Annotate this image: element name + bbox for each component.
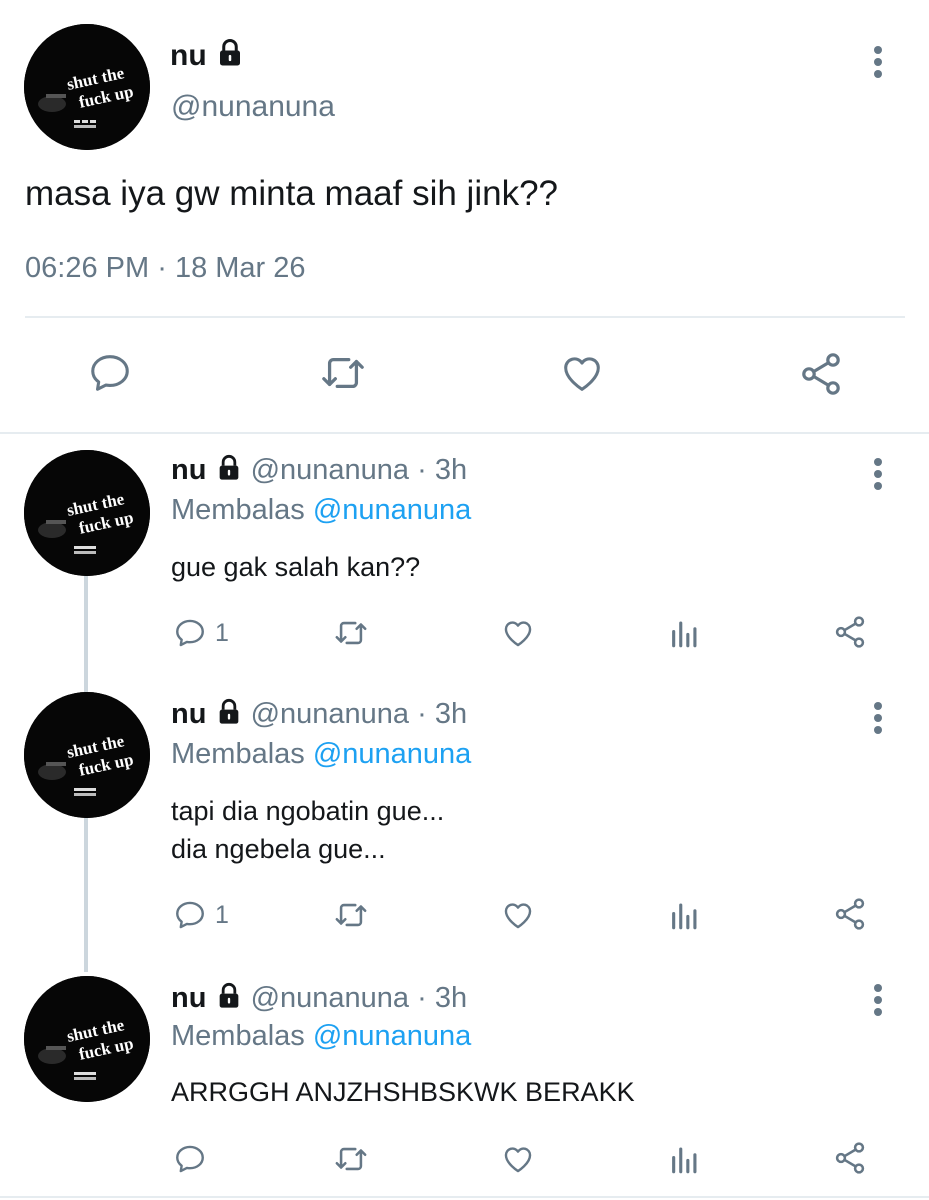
reply-icon[interactable]	[87, 350, 133, 396]
reply-header: nu @nunanuna · 3h	[171, 982, 467, 1015]
analytics-icon[interactable]	[668, 1142, 702, 1176]
reply-text: gue gak salah kan??	[171, 548, 420, 586]
share-icon[interactable]	[832, 896, 868, 932]
divider	[25, 316, 905, 318]
more-options-icon[interactable]	[873, 702, 883, 738]
reply-age: 3h	[434, 454, 468, 486]
reply-handle[interactable]: @nunanuna	[251, 698, 409, 730]
reply-age: 3h	[434, 698, 468, 730]
replying-label: Membalas	[171, 738, 305, 770]
more-options-icon[interactable]	[873, 46, 883, 82]
reply-header: nu @nunanuna · 3h	[171, 454, 467, 487]
retweet-icon[interactable]	[318, 350, 368, 396]
like-icon[interactable]	[558, 350, 606, 396]
more-options-icon[interactable]	[873, 458, 883, 494]
analytics-icon[interactable]	[668, 898, 702, 932]
lock-icon	[220, 39, 240, 66]
meta-dot: ·	[417, 454, 427, 486]
more-options-icon[interactable]	[873, 984, 883, 1020]
analytics-icon[interactable]	[668, 616, 702, 650]
like-icon[interactable]	[500, 898, 536, 932]
meta-separator: ·	[157, 252, 167, 284]
replying-to: Membalas @nunanuna	[171, 1020, 471, 1053]
display-name[interactable]: nu	[171, 698, 206, 730]
like-icon[interactable]	[500, 1142, 536, 1176]
display-name[interactable]: nu	[171, 454, 206, 486]
tweet-text: masa iya gw minta maaf sih jink??	[25, 174, 558, 213]
reply-text-line: ARRGGH ANJZHSHBSKWK BERAKK	[171, 1077, 635, 1107]
reply-avatar[interactable]: shut the fuck up	[24, 976, 150, 1102]
retweet-icon[interactable]	[332, 1142, 370, 1176]
reply-handle[interactable]: @nunanuna	[251, 982, 409, 1014]
lock-icon	[219, 698, 238, 724]
retweet-icon[interactable]	[332, 898, 370, 932]
share-icon[interactable]	[832, 614, 868, 650]
avatar[interactable]: shut the fuck up	[24, 24, 150, 150]
replying-to: Membalas @nunanuna	[171, 738, 471, 771]
mention-link[interactable]: @nunanuna	[313, 738, 471, 770]
meta-dot: ·	[417, 698, 427, 730]
reply-text: ARRGGH ANJZHSHBSKWK BERAKK	[171, 1073, 635, 1111]
meta-dot: ·	[417, 982, 427, 1014]
reply-count: 1	[215, 619, 229, 647]
reply-text-line: dia ngebela gue...	[171, 834, 386, 864]
tweet-date: 18 Mar 26	[174, 252, 306, 284]
reply-handle[interactable]: @nunanuna	[251, 454, 409, 486]
reply-text-line: tapi dia ngobatin gue...	[171, 796, 445, 826]
bottom-divider	[0, 1196, 929, 1198]
reply-header: nu @nunanuna · 3h	[171, 698, 467, 731]
author-name[interactable]: nu	[170, 38, 245, 73]
display-name: nu	[170, 39, 207, 72]
avatar-image: shut the fuck up	[24, 450, 150, 576]
share-icon[interactable]	[832, 1140, 868, 1176]
lock-icon	[219, 454, 238, 480]
mention-link[interactable]: @nunanuna	[313, 494, 471, 526]
reply-avatar[interactable]: shut the fuck up	[24, 692, 150, 818]
reply-icon[interactable]	[173, 898, 207, 932]
reply-text-line: gue gak salah kan??	[171, 552, 421, 582]
share-icon[interactable]	[797, 350, 845, 398]
reply-age: 3h	[434, 982, 468, 1014]
reply-icon[interactable]	[173, 616, 207, 650]
reply-icon[interactable]	[173, 1142, 207, 1176]
section-divider	[0, 432, 929, 434]
replying-label: Membalas	[171, 494, 305, 526]
lock-icon	[219, 982, 238, 1008]
reply-count: 1	[215, 901, 229, 929]
tweet-timestamp: 06:26 PM · 18 Mar 26	[25, 252, 306, 285]
avatar-image: shut the fuck up	[24, 24, 150, 150]
like-icon[interactable]	[500, 616, 536, 650]
mention-link[interactable]: @nunanuna	[313, 1020, 471, 1052]
avatar-image: shut the fuck up	[24, 692, 150, 818]
reply-text: tapi dia ngobatin gue... dia ngebela gue…	[171, 792, 444, 868]
replying-label: Membalas	[171, 1020, 305, 1052]
avatar-image: shut the fuck up	[24, 976, 150, 1102]
display-name[interactable]: nu	[171, 982, 206, 1014]
replying-to: Membalas @nunanuna	[171, 494, 471, 527]
reply-avatar[interactable]: shut the fuck up	[24, 450, 150, 576]
author-handle[interactable]: @nunanuna	[171, 90, 335, 124]
retweet-icon[interactable]	[332, 616, 370, 650]
tweet-time: 06:26 PM	[25, 252, 150, 284]
